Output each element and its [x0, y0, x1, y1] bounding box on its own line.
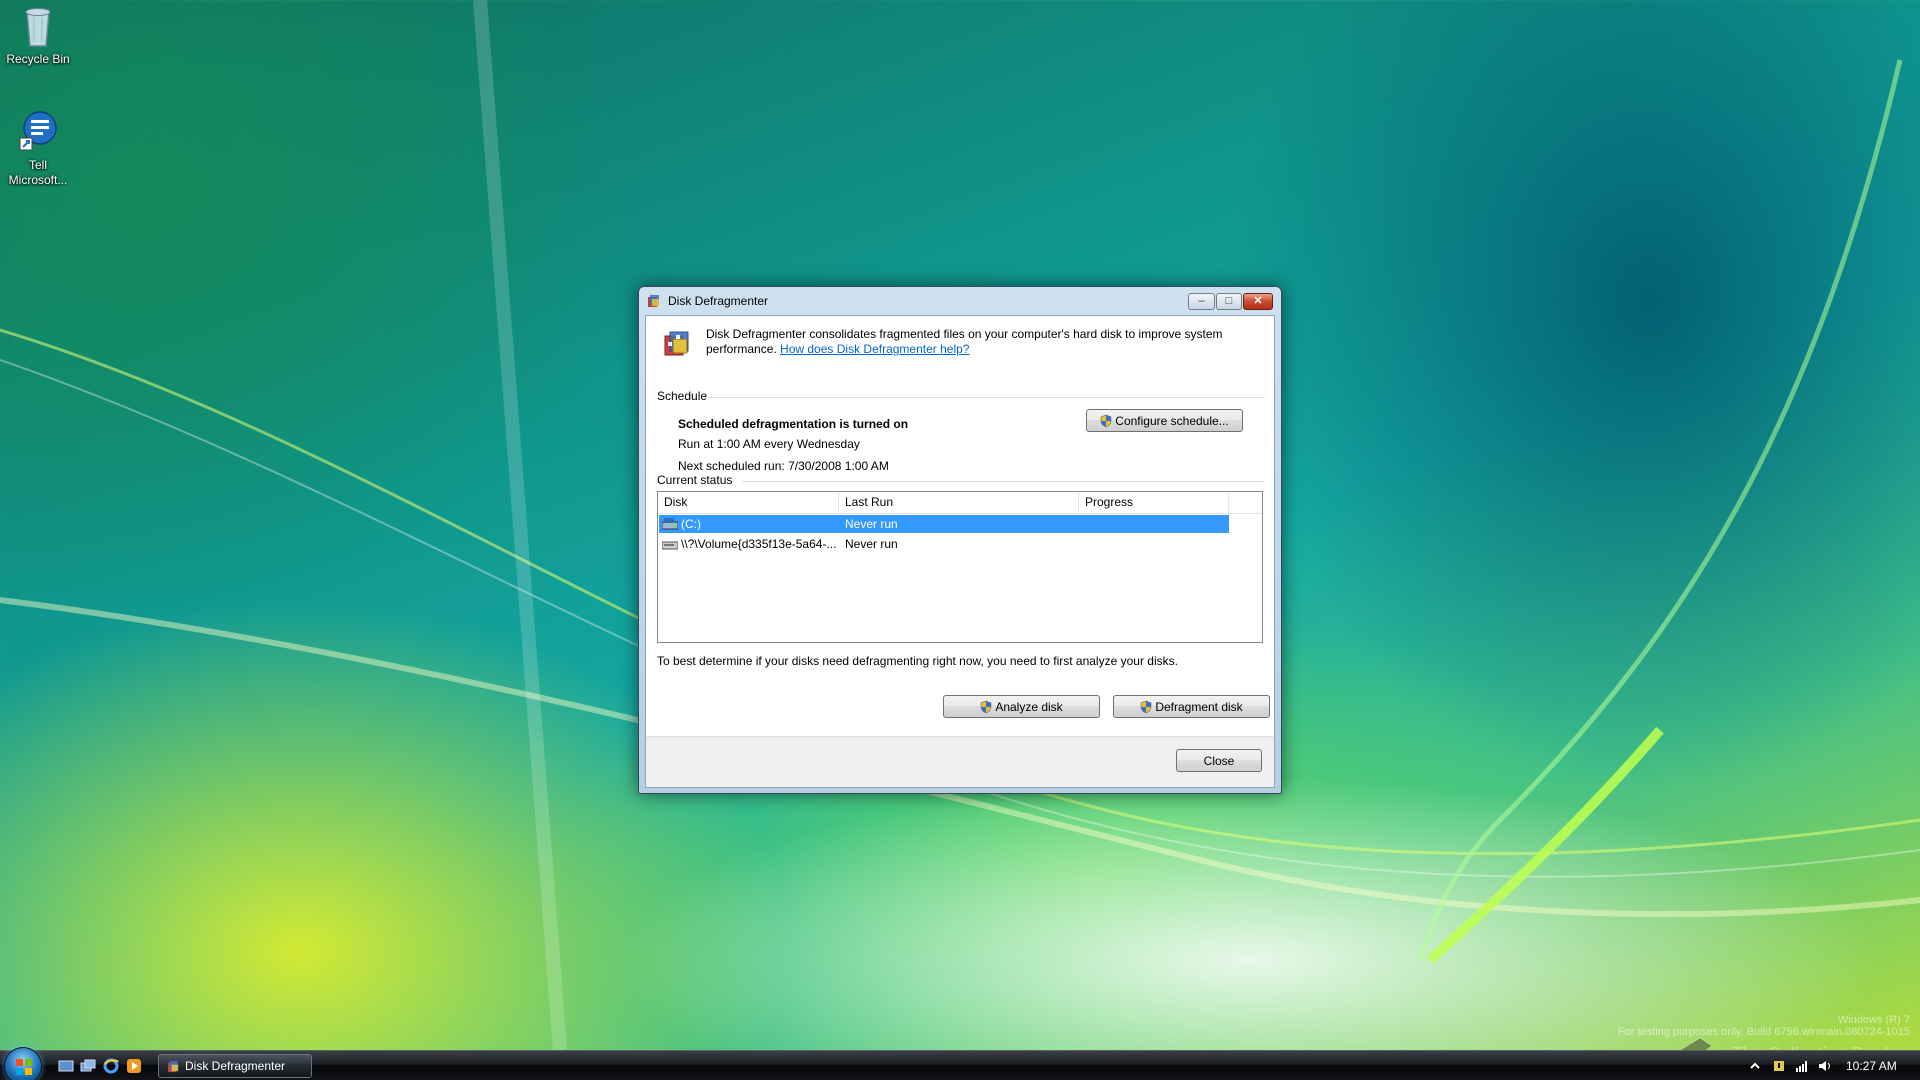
schedule-next-run: Next scheduled run: 7/30/2008 1:00 AM	[678, 459, 889, 473]
disk-list[interactable]: Disk Last Run Progress (C:) Never run \\…	[657, 491, 1263, 643]
schedule-run-at: Run at 1:00 AM every Wednesday	[678, 437, 860, 451]
system-clock[interactable]: 10:27 AM	[1846, 1059, 1897, 1073]
windows-logo-icon	[16, 1059, 32, 1075]
desktop-icon-label: Tell Microsoft...	[8, 158, 68, 187]
volume-icon[interactable]	[1818, 1059, 1832, 1073]
show-hidden-icons-icon[interactable]	[1748, 1059, 1762, 1073]
minimize-icon: –	[1198, 295, 1205, 307]
watermark-line1: Windows (R) 7	[1837, 1014, 1910, 1026]
help-link[interactable]: How does Disk Defragmenter help?	[780, 342, 969, 356]
volume-disk-icon	[662, 541, 678, 550]
taskbar-button-disk-defragmenter[interactable]: Disk Defragmenter	[158, 1054, 312, 1078]
switch-windows-icon[interactable]	[80, 1058, 96, 1074]
defrag-app-icon	[167, 1060, 179, 1073]
media-player-icon[interactable]	[126, 1058, 142, 1074]
column-header-last-run[interactable]: Last Run	[839, 492, 1079, 513]
show-desktop-icon[interactable]	[58, 1058, 74, 1074]
close-window-button[interactable]: ✕	[1243, 293, 1273, 310]
tell-microsoft-icon	[14, 108, 62, 156]
recycle-bin-icon	[14, 2, 62, 50]
window-client-area: Disk Defragmenter consolidates fragmente…	[645, 315, 1275, 788]
dialog-footer: Close	[646, 736, 1274, 787]
taskbar: Disk Defragmenter 10:27 AM	[0, 1047, 1920, 1080]
current-status-heading: Current status	[657, 473, 733, 487]
window-title: Disk Defragmenter	[668, 294, 769, 308]
disk-name: \\?\Volume{d335f13e-5a64-...	[681, 537, 836, 551]
uac-shield-icon	[1141, 700, 1152, 713]
maximize-icon: □	[1225, 295, 1233, 307]
defragmenter-icon	[664, 331, 689, 356]
schedule-status: Scheduled defragmentation is turned on	[678, 417, 909, 431]
disk-defragmenter-window[interactable]: Disk Defragmenter – □ ✕ Disk Defragmente…	[638, 286, 1282, 794]
close-icon: ✕	[1253, 295, 1263, 307]
start-button[interactable]	[4, 1047, 42, 1080]
desktop-icon-label: Recycle Bin	[6, 52, 70, 66]
column-header-progress[interactable]: Progress	[1079, 492, 1229, 513]
disk-last-run: Never run	[845, 517, 898, 531]
analyze-disk-button[interactable]: Analyze disk	[943, 695, 1100, 718]
analyze-hint: To best determine if your disks need def…	[657, 654, 1178, 668]
hard-disk-icon	[662, 518, 678, 530]
uac-shield-icon	[981, 700, 992, 713]
desktop-icon-tell-microsoft[interactable]: Tell Microsoft...	[0, 108, 76, 188]
uac-shield-icon	[1100, 414, 1112, 427]
intro-description: Disk Defragmenter consolidates fragmente…	[706, 327, 1266, 357]
maximize-button[interactable]: □	[1216, 293, 1242, 310]
configure-schedule-label: Configure schedule...	[1115, 413, 1229, 428]
defragment-disk-button[interactable]: Defragment disk	[1113, 695, 1270, 718]
disk-row-c[interactable]: (C:) Never run	[659, 515, 1229, 533]
defrag-app-icon	[648, 295, 659, 307]
disk-row-volume[interactable]: \\?\Volume{d335f13e-5a64-... Never run	[659, 535, 1229, 553]
column-header-disk[interactable]: Disk	[658, 492, 839, 513]
configure-schedule-button[interactable]: Configure schedule...	[1086, 409, 1243, 432]
disk-last-run: Never run	[845, 537, 898, 551]
disk-list-header: Disk Last Run Progress	[658, 492, 1262, 514]
minimize-button[interactable]: –	[1188, 293, 1215, 310]
title-bar[interactable]: Disk Defragmenter – □ ✕	[639, 287, 1281, 315]
action-center-icon[interactable]	[1772, 1059, 1786, 1073]
internet-explorer-icon[interactable]	[103, 1058, 119, 1074]
disk-name: (C:)	[681, 517, 701, 531]
analyze-disk-label: Analyze disk	[995, 699, 1063, 714]
desktop-icon-recycle-bin[interactable]: Recycle Bin	[0, 2, 76, 67]
schedule-heading: Schedule	[657, 389, 708, 403]
schedule-divider	[708, 397, 1264, 398]
defragment-disk-label: Defragment disk	[1155, 699, 1243, 714]
network-icon[interactable]	[1795, 1059, 1809, 1073]
close-button[interactable]: Close	[1176, 749, 1262, 772]
taskbar-button-label: Disk Defragmenter	[185, 1059, 286, 1073]
current-status-divider	[742, 481, 1264, 482]
